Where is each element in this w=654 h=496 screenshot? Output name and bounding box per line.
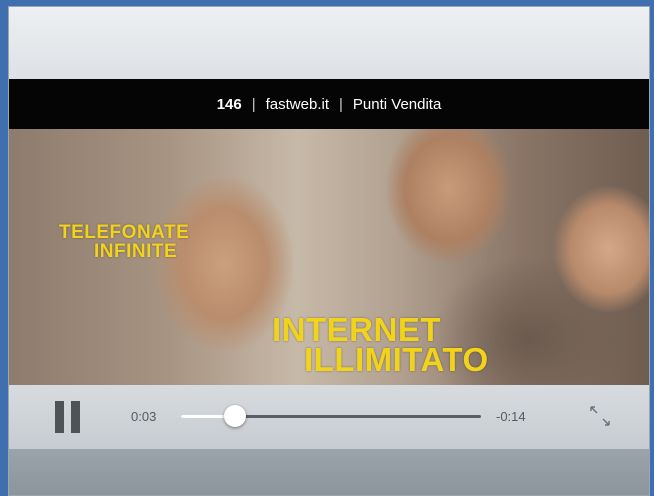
pause-icon xyxy=(55,401,64,433)
player-window: 146 | fastweb.it | Punti Vendita TELEFON… xyxy=(8,6,650,496)
elapsed-time: 0:03 xyxy=(131,409,157,424)
progress-slider[interactable] xyxy=(181,405,481,427)
remaining-time: -0:14 xyxy=(496,409,526,424)
fullscreen-icon xyxy=(590,406,610,426)
separator: | xyxy=(339,95,343,113)
site-name: fastweb.it xyxy=(265,95,329,113)
stores-label: Punti Vendita xyxy=(352,95,442,113)
bottom-bar xyxy=(9,449,649,495)
player-controls: 0:03 -0:14 xyxy=(9,385,649,449)
top-bar xyxy=(9,7,649,79)
video-banner: 146 | fastweb.it | Punti Vendita xyxy=(9,79,649,129)
video-area[interactable]: 146 | fastweb.it | Punti Vendita TELEFON… xyxy=(9,79,649,385)
separator: | xyxy=(251,95,256,113)
overlay-infinite: INFINITE xyxy=(94,241,178,262)
slider-thumb[interactable] xyxy=(224,405,246,427)
overlay-illimitato: ILLIMITATO xyxy=(304,341,489,378)
pause-button[interactable] xyxy=(53,401,83,433)
fullscreen-button[interactable] xyxy=(587,403,613,429)
phone-number: 146 xyxy=(216,95,242,113)
